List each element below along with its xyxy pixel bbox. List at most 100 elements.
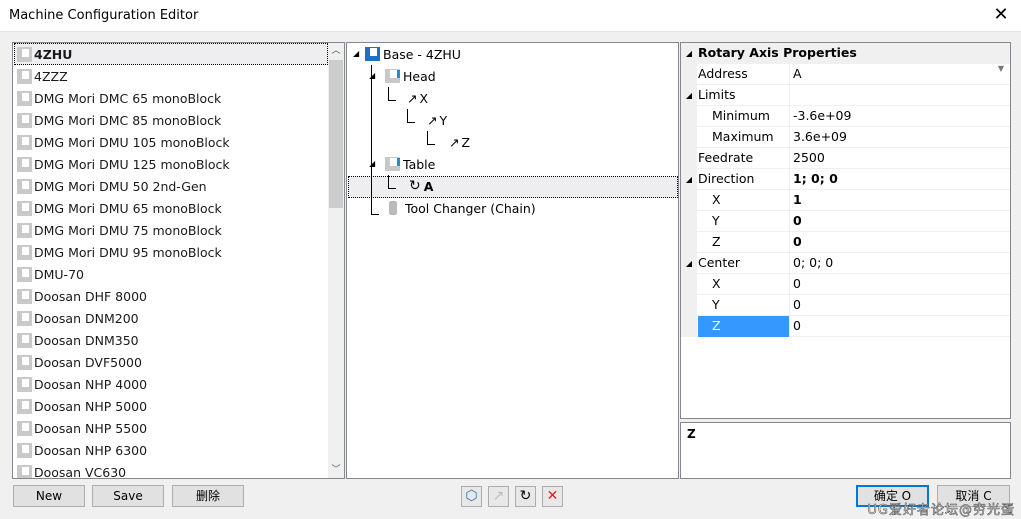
machine-icon: [17, 332, 32, 348]
scroll-thumb[interactable]: [329, 60, 343, 208]
property-row[interactable]: Y0: [681, 211, 1010, 232]
property-row[interactable]: ◢ Limits: [681, 85, 1010, 106]
machine-list[interactable]: 4ZHU 4ZZZ DMG Mori DMC 65 monoBlock DMG Mor…: [12, 42, 345, 479]
add-linear-axis-icon[interactable]: ↗: [488, 486, 509, 507]
collapse-icon[interactable]: ◢: [353, 49, 359, 58]
collapse-icon[interactable]: ◢: [681, 253, 697, 274]
property-label: Address: [698, 64, 790, 85]
machine-icon: [17, 134, 32, 150]
property-value[interactable]: 0: [791, 274, 1009, 295]
tree-node-a[interactable]: ↻ A: [409, 175, 433, 197]
delete-button[interactable]: 删除: [172, 485, 244, 507]
tree-label: Table: [403, 156, 436, 172]
property-row[interactable]: X0: [681, 274, 1010, 295]
collapse-icon[interactable]: ◢: [681, 85, 697, 106]
property-row[interactable]: Maximum 3.6e+09: [681, 127, 1010, 148]
property-description: Z: [680, 422, 1011, 479]
machine-list-item[interactable]: DMG Mori DMU 105 monoBlock: [14, 131, 328, 153]
property-label: Direction: [698, 169, 790, 190]
gutter: [681, 148, 697, 169]
property-row[interactable]: Z0: [681, 232, 1010, 253]
machine-list-item[interactable]: DMG Mori DMU 95 monoBlock: [14, 241, 328, 263]
tree-node-y[interactable]: ↗ Y: [427, 109, 447, 131]
machine-list-item[interactable]: DMG Mori DMC 85 monoBlock: [14, 109, 328, 131]
dropdown-arrow-icon[interactable]: ▼: [998, 64, 1004, 73]
property-value[interactable]: 2500: [791, 148, 1009, 169]
collapse-icon[interactable]: ◢: [681, 43, 697, 64]
collapse-icon[interactable]: ◢: [369, 71, 375, 80]
machine-icon: [17, 420, 32, 436]
property-value[interactable]: A: [791, 64, 1009, 85]
tree-node-base[interactable]: Base - 4ZHU: [365, 43, 461, 65]
machine-list-item[interactable]: 4ZZZ: [14, 65, 328, 87]
machine-tree[interactable]: ◢ Base - 4ZHU ◢ Head ↗ X ↗ Y ↗ Z ◢ Table ↻ A…: [346, 42, 679, 479]
property-value[interactable]: 0: [791, 211, 1009, 232]
machine-list-item[interactable]: DMG Mori DMU 125 monoBlock: [14, 153, 328, 175]
property-row[interactable]: Feedrate 2500: [681, 148, 1010, 169]
machine-list-item[interactable]: DMU-70: [14, 263, 328, 285]
add-rotary-axis-icon[interactable]: ↻: [515, 486, 536, 507]
machine-icon: [17, 464, 32, 478]
property-value[interactable]: 0: [791, 295, 1009, 316]
tree-node-z[interactable]: ↗ Z: [449, 131, 470, 153]
property-row[interactable]: Address A ▼: [681, 64, 1010, 85]
machine-list-item[interactable]: Doosan NHP 5000: [14, 395, 328, 417]
tree-node-x[interactable]: ↗ X: [407, 87, 428, 109]
tree-node-table[interactable]: Table: [385, 153, 435, 175]
tree-label: Head: [403, 68, 436, 84]
close-icon[interactable]: ✕: [989, 4, 1013, 25]
tree-node-tool-changer[interactable]: Tool Changer (Chain): [389, 197, 536, 219]
gutter: [681, 295, 697, 316]
property-grid[interactable]: ◢ Rotary Axis Properties Address A ▼ ◢ Limit…: [680, 42, 1011, 419]
machine-icon: [17, 398, 32, 414]
property-value[interactable]: 0; 0; 0: [791, 253, 1009, 274]
machine-list-item[interactable]: DMG Mori DMU 65 monoBlock: [14, 197, 328, 219]
linear-axis-icon: ↗: [449, 134, 460, 150]
property-value[interactable]: 1: [791, 190, 1009, 211]
machine-icon: [17, 200, 32, 216]
scroll-up-icon[interactable]: ︿: [328, 43, 344, 59]
property-value[interactable]: -3.6e+09: [791, 106, 1009, 127]
collapse-icon[interactable]: ◢: [369, 159, 375, 168]
save-button[interactable]: Save: [92, 485, 164, 507]
property-row[interactable]: Y0: [681, 295, 1010, 316]
collapse-icon[interactable]: ◢: [681, 169, 697, 190]
machine-list-item[interactable]: Doosan VC630: [14, 461, 328, 478]
machine-list-item[interactable]: Doosan NHP 4000: [14, 373, 328, 395]
machine-list-item[interactable]: DMG Mori DMU 50 2nd-Gen: [14, 175, 328, 197]
machine-name: Doosan DNM200: [34, 310, 139, 326]
property-row[interactable]: ◢ Direction 1; 0; 0: [681, 169, 1010, 190]
machine-list-item[interactable]: 4ZHU: [14, 43, 328, 65]
delete-node-icon[interactable]: ✕: [542, 486, 563, 507]
property-row[interactable]: Z0: [681, 316, 1010, 337]
property-label: Limits: [698, 85, 790, 106]
machine-list-item[interactable]: DMG Mori DMC 65 monoBlock: [14, 87, 328, 109]
tree-node-head[interactable]: Head: [385, 65, 436, 87]
property-value[interactable]: 0: [791, 316, 1009, 337]
property-row[interactable]: Minimum -3.6e+09: [681, 106, 1010, 127]
property-category[interactable]: ◢ Rotary Axis Properties: [681, 43, 1010, 64]
add-component-icon[interactable]: ⬡: [461, 486, 482, 507]
machine-name: DMG Mori DMU 105 monoBlock: [34, 134, 230, 150]
property-row[interactable]: X1: [681, 190, 1010, 211]
property-row[interactable]: ◢ Center 0; 0; 0: [681, 253, 1010, 274]
machine-name: Doosan NHP 6300: [34, 442, 148, 458]
machine-list-item[interactable]: Doosan DHF 8000: [14, 285, 328, 307]
property-value[interactable]: 1; 0; 0: [791, 169, 1009, 190]
machine-list-item[interactable]: Doosan NHP 5500: [14, 417, 328, 439]
list-scrollbar[interactable]: ︿ ﹀: [328, 43, 344, 478]
property-value[interactable]: 3.6e+09: [791, 127, 1009, 148]
machine-list-item[interactable]: Doosan DVF5000: [14, 351, 328, 373]
machine-list-item[interactable]: DMG Mori DMU 75 monoBlock: [14, 219, 328, 241]
tree-label: A: [423, 178, 434, 194]
machine-list-item[interactable]: Doosan NHP 6300: [14, 439, 328, 461]
machine-icon: [17, 222, 32, 238]
property-value[interactable]: 0: [791, 232, 1009, 253]
property-value[interactable]: [791, 85, 1009, 106]
machine-list-item[interactable]: Doosan DNM200: [14, 307, 328, 329]
category-label: Rotary Axis Properties: [698, 45, 857, 60]
scroll-down-icon[interactable]: ﹀: [328, 462, 344, 478]
new-button[interactable]: New: [13, 485, 85, 507]
property-label: Z: [698, 232, 790, 253]
machine-list-item[interactable]: Doosan DNM350: [14, 329, 328, 351]
